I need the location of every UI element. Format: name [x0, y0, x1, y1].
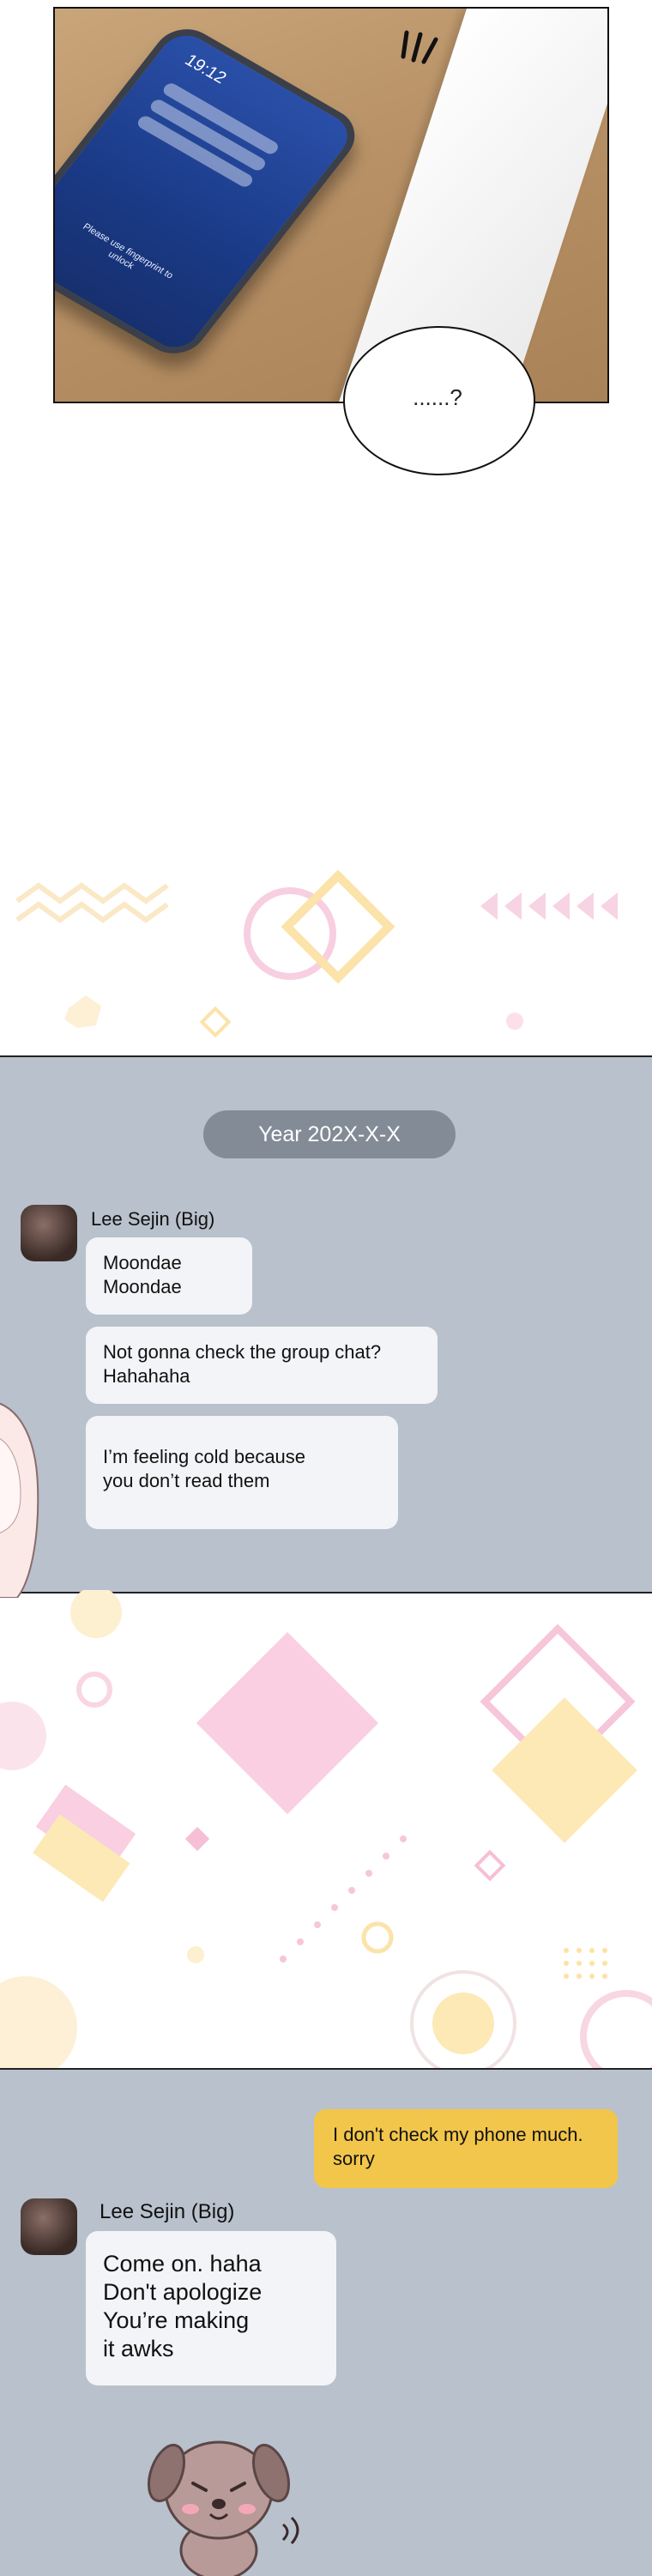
message-line: sorry: [333, 2148, 375, 2169]
message-line: Don't apologize: [103, 2279, 263, 2305]
message-line: Come on. haha: [103, 2251, 262, 2277]
chat-panel-2: I don't check my phone much. sorry Lee S…: [0, 2068, 652, 2576]
message-line: I don't check my phone much.: [333, 2124, 583, 2145]
message-line: You’re making: [103, 2307, 250, 2333]
message-line: Moondae: [103, 1252, 182, 1273]
sender-name: Lee Sejin (Big): [100, 2200, 235, 2223]
chat-bubble: I’m feeling cold because you don’t read …: [86, 1416, 398, 1529]
phone-unlock-text: Please use fingerprint to unlock: [80, 221, 176, 281]
message-line: you don’t read them: [103, 1470, 270, 1491]
avatar: [21, 2198, 77, 2255]
chat-bubble: Not gonna check the group chat? Hahahaha: [86, 1327, 438, 1404]
message-line: Moondae: [103, 1276, 182, 1297]
decorative-pattern: [0, 1590, 652, 2068]
vibration-lines-icon: [401, 30, 438, 64]
chat-bubble: Moondae Moondae: [86, 1237, 252, 1315]
speech-bubble-text: ......?: [413, 384, 462, 410]
own-chat-bubble: I don't check my phone much. sorry: [314, 2109, 618, 2188]
smartphone-image: 19:12 Please use fingerprint to unlock: [55, 18, 368, 365]
finger-image: [0, 1402, 39, 1598]
message-line: it awks: [103, 2336, 174, 2361]
avatar: [21, 1205, 77, 1261]
message-line: Not gonna check the group chat?: [103, 1341, 382, 1363]
date-separator: Year 202X-X-X: [203, 1110, 456, 1158]
pattern-shapes: [0, 1590, 652, 2068]
message-line: I’m feeling cold because: [103, 1446, 306, 1467]
phone-time: 19:12: [181, 51, 231, 88]
comic-panel-phone: 19:12 Please use fingerprint to unlock: [53, 7, 609, 403]
chat-bubble: Come on. haha Don't apologize You’re mak…: [86, 2231, 336, 2386]
sender-name: Lee Sejin (Big): [91, 1208, 215, 1230]
decorative-pattern: [0, 858, 652, 1055]
puppy-sticker: [147, 2440, 299, 2576]
message-line: Hahahaha: [103, 1365, 190, 1387]
pattern-shapes: [15, 869, 618, 1038]
chat-panel-1: Year 202X-X-X Lee Sejin (Big) Moondae Mo…: [0, 1055, 652, 1598]
